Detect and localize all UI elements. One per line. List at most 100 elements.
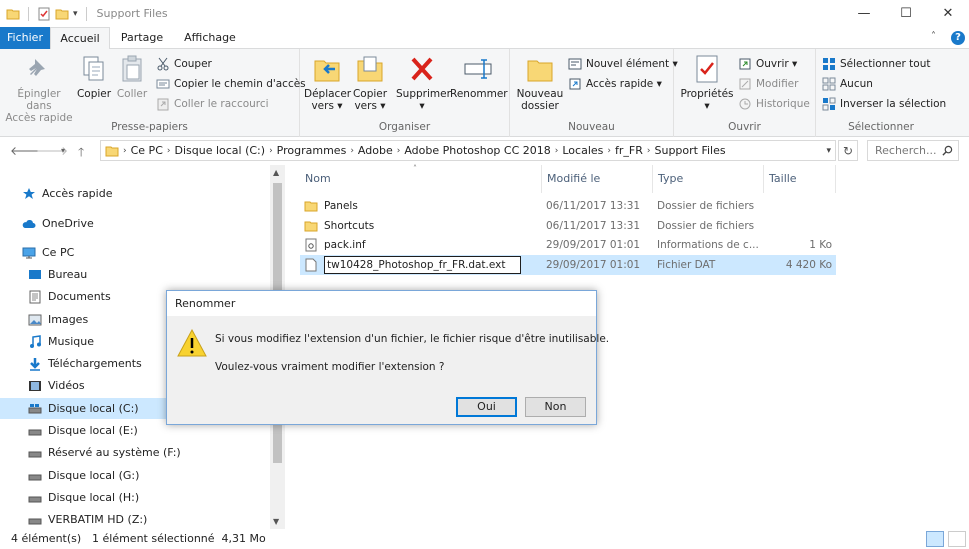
details-view-icon[interactable] — [926, 531, 944, 547]
nav-item-label: Disque local (C:) — [48, 402, 139, 415]
no-button[interactable]: Non — [525, 397, 586, 417]
breadcrumb-separator[interactable]: › — [555, 146, 559, 156]
nav-item-drive-z[interactable]: VERBATIM HD (Z:) — [0, 509, 268, 530]
column-header-type[interactable]: Type — [653, 165, 764, 193]
breadcrumb-separator[interactable]: › — [123, 146, 127, 156]
paste-shortcut-icon — [157, 98, 169, 111]
tab-file[interactable]: Fichier — [0, 27, 50, 49]
separator — [28, 6, 29, 21]
file-date: 29/09/2017 01:01 — [546, 259, 641, 271]
copy-button[interactable]: Copier — [76, 53, 112, 100]
status-item-count: 4 élément(s) — [11, 532, 82, 545]
copy-to-button[interactable]: Copier vers ▾ — [350, 53, 390, 112]
desktop-icon — [29, 269, 41, 279]
collapse-ribbon-icon[interactable]: ˄ — [931, 31, 936, 42]
search-icon — [942, 145, 953, 156]
invert-selection-button[interactable]: Inverser la sélection — [822, 97, 946, 111]
breadcrumb-item[interactable]: fr_FR — [615, 144, 643, 157]
address-bar[interactable]: › Ce PC › Disque local (C:) › Programmes… — [100, 140, 836, 161]
nav-item-desktop[interactable]: Bureau — [0, 264, 268, 285]
breadcrumb-separator[interactable]: › — [269, 146, 273, 156]
breadcrumb-item[interactable]: Support Files — [654, 144, 725, 157]
breadcrumb-separator[interactable]: › — [647, 146, 651, 156]
delete-button[interactable]: Supprimer ▾ — [396, 53, 451, 112]
open-button[interactable]: Ouvrir ▾ — [738, 57, 797, 71]
copy-to-label-2: vers ▾ — [354, 100, 386, 112]
file-date: 06/11/2017 13:31 — [546, 200, 641, 212]
help-icon[interactable]: ? — [951, 31, 965, 45]
easy-access-label: Accès rapide ▾ — [586, 78, 662, 90]
group-organize: Déplacer vers ▾ Copier vers ▾ Supprimer … — [300, 49, 510, 137]
select-none-icon — [822, 77, 836, 91]
breadcrumb-item[interactable]: Adobe — [358, 144, 393, 157]
nav-item-label: Vidéos — [48, 379, 85, 392]
copy-path-button[interactable]: Copier le chemin d'accès — [156, 77, 306, 91]
properties-button[interactable]: Propriétés ▾ — [680, 53, 734, 112]
nav-item-drive-f[interactable]: Réservé au système (F:) — [0, 442, 268, 463]
nav-item-onedrive[interactable]: OneDrive — [0, 213, 268, 234]
cut-button[interactable]: Couper — [156, 57, 212, 71]
move-to-button[interactable]: Déplacer vers ▾ — [304, 53, 351, 112]
copy-path-icon — [156, 79, 170, 89]
breadcrumb-item[interactable]: Locales — [562, 144, 603, 157]
rename-button[interactable]: Renommer — [450, 53, 508, 100]
address-dropdown-icon[interactable]: ▾ — [826, 146, 831, 156]
easy-access-button[interactable]: Accès rapide ▾ — [568, 77, 662, 91]
recent-locations-icon[interactable]: ▾ — [61, 146, 65, 155]
tab-share[interactable]: Partage — [112, 27, 172, 49]
breadcrumb-item[interactable]: Adobe Photoshop CC 2018 — [404, 144, 550, 157]
pin-quick-access-button[interactable]: Épingler dans Accès rapide — [4, 53, 74, 124]
file-row[interactable]: Panels 06/11/2017 13:31 Dossier de fichi… — [300, 196, 836, 216]
customize-qat-icon[interactable]: ▾ — [73, 9, 78, 19]
minimize-button[interactable]: — — [843, 0, 885, 27]
nav-item-drive-h[interactable]: Disque local (H:) — [0, 487, 268, 508]
file-row[interactable]: Shortcuts 06/11/2017 13:31 Dossier de fi… — [300, 216, 836, 236]
file-row[interactable]: pack.inf 29/09/2017 01:01 Informations d… — [300, 235, 836, 255]
breadcrumb-separator[interactable]: › — [397, 146, 401, 156]
search-input[interactable]: Recherch... — [867, 140, 959, 161]
rename-input[interactable]: tw10428_Photoshop_fr_FR.dat.ext — [324, 256, 521, 274]
new-folder-icon[interactable] — [55, 7, 69, 21]
large-icons-view-icon[interactable] — [948, 531, 966, 547]
dialog-message-warning: Si vous modifiez l'extension d'un fichie… — [215, 333, 610, 345]
up-arrow-icon[interactable]: 🡑 — [78, 143, 84, 164]
tab-view[interactable]: Affichage — [180, 27, 240, 49]
select-all-button[interactable]: Sélectionner tout — [822, 57, 930, 71]
column-header-name[interactable]: Nom ˄ — [300, 164, 542, 193]
new-item-button[interactable]: Nouvel élément ▾ — [568, 57, 678, 71]
column-header-date[interactable]: Modifié le — [542, 165, 653, 193]
history-button[interactable]: Historique — [738, 97, 810, 111]
maximize-button[interactable]: ☐ — [885, 0, 927, 27]
properties-icon[interactable] — [37, 7, 51, 21]
delete-icon — [411, 57, 433, 81]
nav-item-this-pc[interactable]: Ce PC — [0, 242, 268, 263]
refresh-button[interactable]: ↻ — [838, 140, 858, 161]
new-folder-button[interactable]: Nouveau dossier — [516, 53, 564, 112]
group-clipboard-label: Presse-papiers — [111, 121, 188, 133]
tab-home[interactable]: Accueil — [50, 27, 110, 50]
paste-button[interactable]: Coller — [114, 53, 150, 100]
breadcrumb-item[interactable]: Ce PC — [131, 144, 163, 157]
select-none-button[interactable]: Aucun — [822, 77, 873, 91]
breadcrumb-separator[interactable]: › — [607, 146, 611, 156]
breadcrumb-item[interactable]: Programmes — [277, 144, 347, 157]
address-row: 🡐 🡒 ▾ 🡑 › Ce PC › Disque local (C:) › Pr… — [0, 137, 969, 165]
paste-shortcut-button[interactable]: Coller le raccourci — [156, 97, 269, 111]
breadcrumb-separator[interactable]: › — [350, 146, 354, 156]
breadcrumb-item[interactable]: Disque local (C:) — [174, 144, 265, 157]
folder-icon — [6, 9, 20, 19]
file-row-selected[interactable]: tw10428_Photoshop_fr_FR.dat.ext 29/09/20… — [300, 255, 836, 275]
scroll-up-icon[interactable]: ▲ — [273, 168, 279, 177]
title-bar: ▾ Support Files — ☐ ✕ — [0, 0, 969, 27]
pictures-icon — [28, 314, 42, 325]
nav-item-drive-g[interactable]: Disque local (G:) — [0, 465, 268, 486]
file-name-cell: pack.inf — [304, 235, 366, 255]
copy-to-icon — [357, 56, 383, 82]
yes-button[interactable]: Oui — [456, 397, 517, 417]
column-header-size[interactable]: Taille — [764, 165, 836, 193]
nav-item-quick-access[interactable]: Accès rapide — [0, 183, 268, 204]
edit-button[interactable]: Modifier — [738, 77, 798, 91]
breadcrumb-separator[interactable]: › — [167, 146, 171, 156]
scroll-down-icon[interactable]: ▼ — [273, 517, 279, 526]
close-button[interactable]: ✕ — [927, 0, 969, 27]
